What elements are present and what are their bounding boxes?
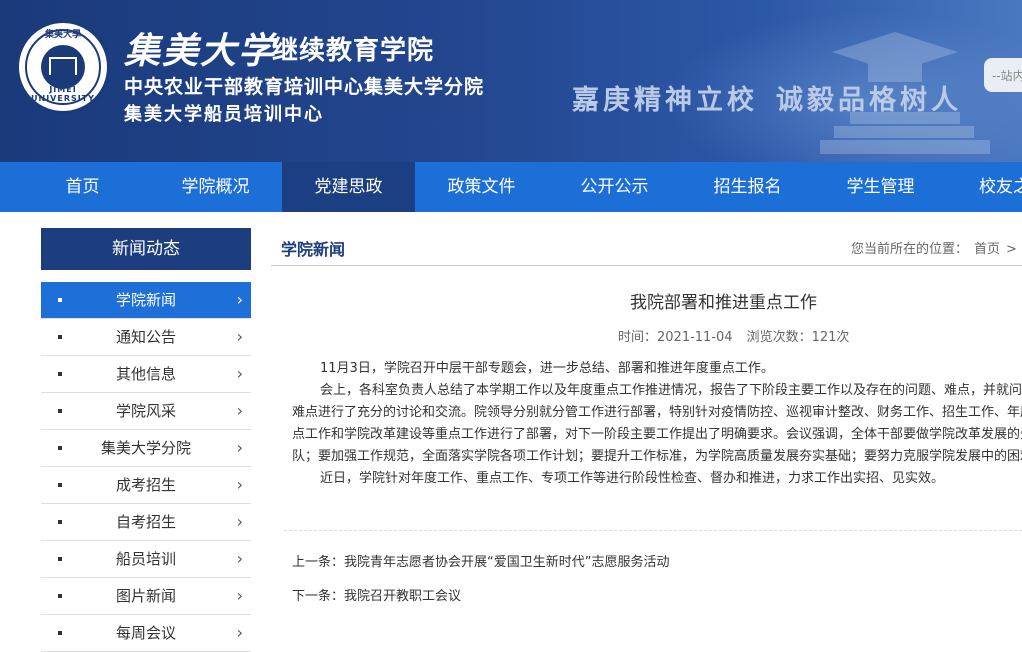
nav-college-overview[interactable]: 学院概况 [149,162,282,212]
breadcrumb-home[interactable]: 首页 [974,242,1000,257]
sidebar-list: 学院新闻 › 通知公告 › 其他信息 › 学院风采 › 集美大学分院 › 成考招… [41,282,251,652]
bullet-icon [58,557,62,561]
article-body: 11月3日，学院召开中层干部专题会，进一步总结、部署和推进年度重点工作。 会上，… [292,358,1022,490]
chevron-right-icon: › [236,549,243,568]
chevron-right-icon: › [236,438,243,457]
chevron-right-icon: › [236,623,243,642]
sidebar-item-label: 其他信息 [115,365,176,383]
chevron-right-icon: › [236,401,243,420]
sidebar-item-photo-news[interactable]: 图片新闻 › [41,578,251,615]
main-nav: 首页 学院概况 党建思政 政策文件 公开公示 招生报名 学生管理 校友之 [0,162,1022,212]
nav-home[interactable]: 首页 [16,162,149,212]
sidebar-item-jimei-branch[interactable]: 集美大学分院 › [41,430,251,467]
sidebar-item-label: 学院风采 [115,402,176,420]
site-header: 集美大學 JIMEI UNIVERSITY 集美大学 继续教育学院 中央农业干部… [0,0,1022,162]
chevron-right-icon: › [236,327,243,346]
bullet-icon [58,446,62,450]
chevron-right-icon: › [236,475,243,494]
bullet-icon [58,631,62,635]
motto: 嘉庚精神立校 诚毅品格树人 [572,78,962,117]
sidebar-item-label: 集美大学分院 [100,439,191,457]
content-header: 学院新闻 您当前所在的位置：首页>新 [271,228,1022,266]
breadcrumb-separator: > [1006,242,1017,257]
bullet-icon [58,335,62,339]
sidebar-item-college-news[interactable]: 学院新闻 › [41,282,251,319]
nav-public-notices[interactable]: 公开公示 [548,162,681,212]
nav-policy-documents[interactable]: 政策文件 [415,162,548,212]
nav-alumni[interactable]: 校友之 [947,162,1022,212]
bullet-icon [58,594,62,598]
sidebar-item-college-style[interactable]: 学院风采 › [41,393,251,430]
sidebar-item-label: 通知公告 [115,328,176,346]
sidebar-heading: 新闻动态 [41,228,251,270]
university-logo[interactable]: 集美大學 JIMEI UNIVERSITY [16,20,110,114]
bullet-icon [58,372,62,376]
motto-part-1: 嘉庚精神立校 [572,85,758,116]
sidebar-item-label: 学院新闻 [115,291,176,309]
sidebar-item-notices[interactable]: 通知公告 › [41,319,251,356]
nav-student-management[interactable]: 学生管理 [814,162,947,212]
bullet-icon [58,409,62,413]
college-name: 继续教育学院 [272,36,435,66]
article-title: 我院部署和推进重点工作 [630,293,817,313]
logo-gate-icon [49,57,77,75]
article-divider [284,530,1022,531]
article-meta: 时间：2021-11-04 浏览次数：121次 [618,326,863,345]
sidebar-item-label: 成考招生 [115,476,176,494]
chevron-right-icon: › [236,512,243,531]
sidebar-item-self-study-admissions[interactable]: 自考招生 › [41,504,251,541]
breadcrumb: 您当前所在的位置：首页>新 [851,238,1022,257]
site-search-input[interactable]: --站内 [984,58,1022,92]
chevron-right-icon: › [236,290,243,309]
sidebar-item-label: 自考招生 [115,513,176,531]
article-time: 时间：2021-11-04 [618,330,733,345]
article-views: 浏览次数：121次 [746,330,850,345]
next-article-link[interactable]: 下一条：我院召开教职工会议 [292,585,461,604]
sidebar-item-label: 船员培训 [115,550,176,568]
chevron-right-icon: › [236,586,243,605]
section-title: 学院新闻 [281,240,346,259]
logo-bottom-text: JIMEI UNIVERSITY [31,85,95,103]
bullet-icon [58,298,62,302]
bullet-icon [58,483,62,487]
sidebar-item-label: 图片新闻 [115,587,176,605]
article-paragraph: 11月3日，学院召开中层干部专题会，进一步总结、部署和推进年度重点工作。 [320,361,774,376]
chevron-right-icon: › [236,364,243,383]
sidebar-item-crew-training[interactable]: 船员培训 › [41,541,251,578]
sidebar-item-adult-exam-admissions[interactable]: 成考招生 › [41,467,251,504]
breadcrumb-prefix: 您当前所在的位置： [851,242,969,257]
branch-name: 中央农业干部教育培训中心集美大学分院 [124,76,485,98]
prev-article-link[interactable]: 上一条：我院青年志愿者协会开展“爱国卫生新时代”志愿服务活动 [292,551,669,570]
nav-admissions[interactable]: 招生报名 [681,162,814,212]
training-center-name: 集美大学船员培训中心 [124,104,324,125]
article-paragraph: 会上，各科室负责人总结了本学期工作以及年度重点工作推进情况，报告了下阶段主要工作… [292,383,1022,464]
motto-part-2: 诚毅品格树人 [776,85,962,116]
university-name: 集美大学 [124,30,277,72]
sidebar-item-label: 每周会议 [115,624,176,642]
bullet-icon [58,520,62,524]
sidebar-item-other-info[interactable]: 其他信息 › [41,356,251,393]
nav-party-building[interactable]: 党建思政 [282,162,415,212]
article-paragraph: 近日，学院针对年度工作、重点工作、专项工作等进行阶段性检查、督办和推进，力求工作… [320,471,945,486]
